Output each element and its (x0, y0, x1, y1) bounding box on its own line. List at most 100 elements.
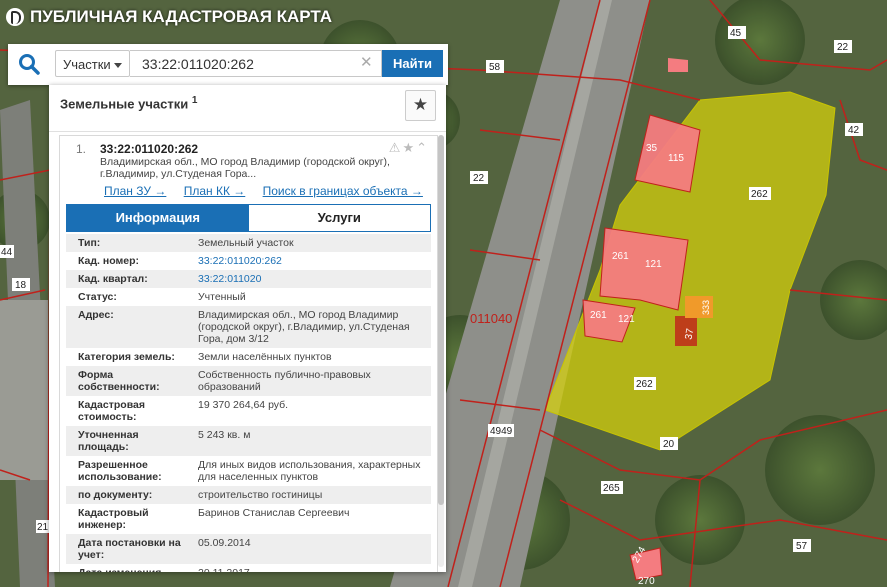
info-row-key: Кад. номер: (78, 255, 140, 267)
search-in-bounds-link[interactable]: Поиск в границах объекта → (263, 184, 423, 198)
map-label: 261 (590, 310, 607, 321)
map-label: 58 (489, 62, 501, 73)
map-label: 121 (645, 259, 662, 270)
info-row: Кад. номер: 33:22:011020:262 (66, 252, 431, 270)
info-row-key: Дата постановки на учет: (78, 537, 181, 561)
plan-kk-link[interactable]: План КК → (184, 184, 246, 198)
star-icon: ★ (412, 95, 429, 114)
info-row-key: Кадастровый инженер: (78, 507, 149, 531)
object-type-dropdown[interactable]: Участки (55, 50, 130, 77)
panel-title-text: Земельные участки (60, 96, 189, 112)
result-index: 1. (76, 142, 87, 156)
map-label: 44 (1, 247, 13, 258)
info-row-value: 20.11.2017 (186, 564, 431, 572)
map-label: 35 (646, 143, 658, 154)
scrollbar[interactable] (438, 135, 444, 567)
map-label: 333 (701, 300, 711, 315)
info-row: Дата изменения сведений в ГКН:20.11.2017 (66, 564, 431, 572)
result-address: Владимирская обл., МО город Владимир (го… (100, 156, 390, 180)
info-row: Кад. квартал: 33:22:011020 (66, 270, 431, 288)
info-row-value: 5 243 кв. м (198, 429, 251, 441)
star-icon[interactable]: ★ (402, 140, 416, 155)
object-type-label: Участки (63, 57, 111, 72)
scroll-thumb[interactable] (438, 135, 444, 505)
info-row-value: 05.09.2014 (198, 537, 251, 549)
map-label: 20 (663, 439, 675, 450)
info-row-value: Земельный участок (198, 237, 294, 249)
find-button[interactable]: Найти (382, 50, 443, 77)
result-card: 1. 33:22:011020:262 ⚠★⌃ Владимирская обл… (59, 135, 438, 572)
info-row: Дата постановки на учет: 05.09.2014 (66, 534, 431, 564)
plan-zu-link[interactable]: План ЗУ → (104, 184, 166, 198)
info-row-key: Статус: (78, 291, 117, 303)
app-title: ПУБЛИЧНАЯ КАДАСТРОВАЯ КАРТА (30, 7, 333, 26)
info-row: Разрешенное использование: Для иных видов… (66, 456, 431, 486)
info-row-value: Для иных видов использования, характерны… (198, 459, 421, 483)
info-row-key: Адрес: (78, 309, 114, 321)
map-label: 42 (848, 125, 860, 136)
info-row-key: Форма собственности: (78, 369, 160, 393)
info-row-key: Категория земель: (78, 351, 175, 363)
results-panel: Земельные участки 1 ★ 1. 33:22:011020:26… (49, 85, 446, 572)
info-row: Категория земель: Земли населённых пункто… (66, 348, 431, 366)
info-row-key: Уточненная площадь: (78, 429, 139, 453)
info-row-link[interactable]: 33:22:011020 (198, 273, 261, 285)
map-label: 22 (473, 173, 485, 184)
info-row-value[interactable]: 33:22:011020 (186, 270, 431, 288)
info-row: Кадастровый инженер: Баринов Станислав Се… (66, 504, 431, 534)
map-label: 21 (37, 522, 49, 533)
panel-header: Земельные участки 1 ★ (49, 85, 446, 132)
info-row: Уточненная площадь: 5 243 кв. м (66, 426, 431, 456)
result-links: План ЗУ → План КК → Поиск в границах объ… (104, 184, 437, 198)
info-row-link[interactable]: 33:22:011020:262 (198, 255, 282, 267)
info-row-key: Тип: (78, 237, 101, 249)
map-label: 45 (730, 28, 742, 39)
info-row: Кадастровая стоимость: 19 370 264,64 руб. (66, 396, 431, 426)
map-label: 22 (837, 42, 849, 53)
info-row-value: 19 370 264,64 руб. (198, 399, 289, 411)
search-icon[interactable] (18, 53, 40, 75)
map-label: 011040 (470, 311, 512, 326)
map-label: 270 (638, 576, 655, 587)
info-row-value: строительство гостиницы (198, 489, 323, 501)
info-row: Форма собственности: Собственность публич… (66, 366, 431, 396)
info-row-key: Кадастровая стоимость: (78, 399, 145, 423)
info-table: Тип: Земельный участок Кад. номер: 33:22:01… (66, 234, 431, 572)
info-row-value: Земли населённых пунктов (198, 351, 332, 363)
info-row-value[interactable]: 33:22:011020:262 (186, 252, 431, 270)
map-label: 4949 (490, 426, 513, 437)
info-row: по документу: строительство гостиницы (66, 486, 431, 504)
info-row-value: Учтенный (198, 291, 246, 303)
map-label: 262 (751, 189, 768, 200)
search-input[interactable] (130, 50, 382, 77)
tab-services[interactable]: Услуги (248, 205, 430, 231)
info-row-key: Разрешенное использование: (78, 459, 162, 483)
info-row-key: по документу: (78, 489, 153, 501)
info-row-key: Кад. квартал: (78, 273, 148, 285)
info-row: Статус: Учтенный (66, 288, 431, 306)
card-actions: ⚠★⌃ (389, 140, 429, 156)
logo-icon (6, 8, 24, 26)
tab-information[interactable]: Информация (67, 205, 249, 231)
info-row: Адрес: Владимирская обл., МО город Владим… (66, 306, 431, 348)
favorites-button[interactable]: ★ (405, 90, 436, 121)
map-label: 115 (668, 153, 684, 164)
clear-icon[interactable]: ✕ (360, 55, 373, 71)
map-label: 18 (15, 280, 27, 291)
caret-down-icon (114, 63, 122, 68)
warning-icon[interactable]: ⚠ (389, 140, 403, 155)
info-row-value: Баринов Станислав Сергеевич (198, 507, 350, 519)
result-count: 1 (191, 95, 198, 106)
info-row-value: Владимирская обл., МО город Владимир (го… (198, 309, 410, 345)
chevron-up-icon[interactable]: ⌃ (416, 140, 429, 155)
map-label: 57 (796, 541, 808, 552)
search-bar: Участки ✕ Найти (8, 44, 448, 85)
map-label: 262 (636, 379, 653, 390)
map-label: 121 (618, 314, 635, 325)
info-row-value: Собственность публично-правовых образова… (198, 369, 371, 393)
info-row: Тип: Земельный участок (66, 234, 431, 252)
app-logo[interactable]: ПУБЛИЧНАЯ КАДАСТРОВАЯ КАРТА (6, 7, 332, 27)
result-cad-number[interactable]: 33:22:011020:262 (100, 142, 198, 156)
panel-title: Земельные участки 1 (60, 95, 197, 111)
map-label: 261 (612, 251, 629, 262)
